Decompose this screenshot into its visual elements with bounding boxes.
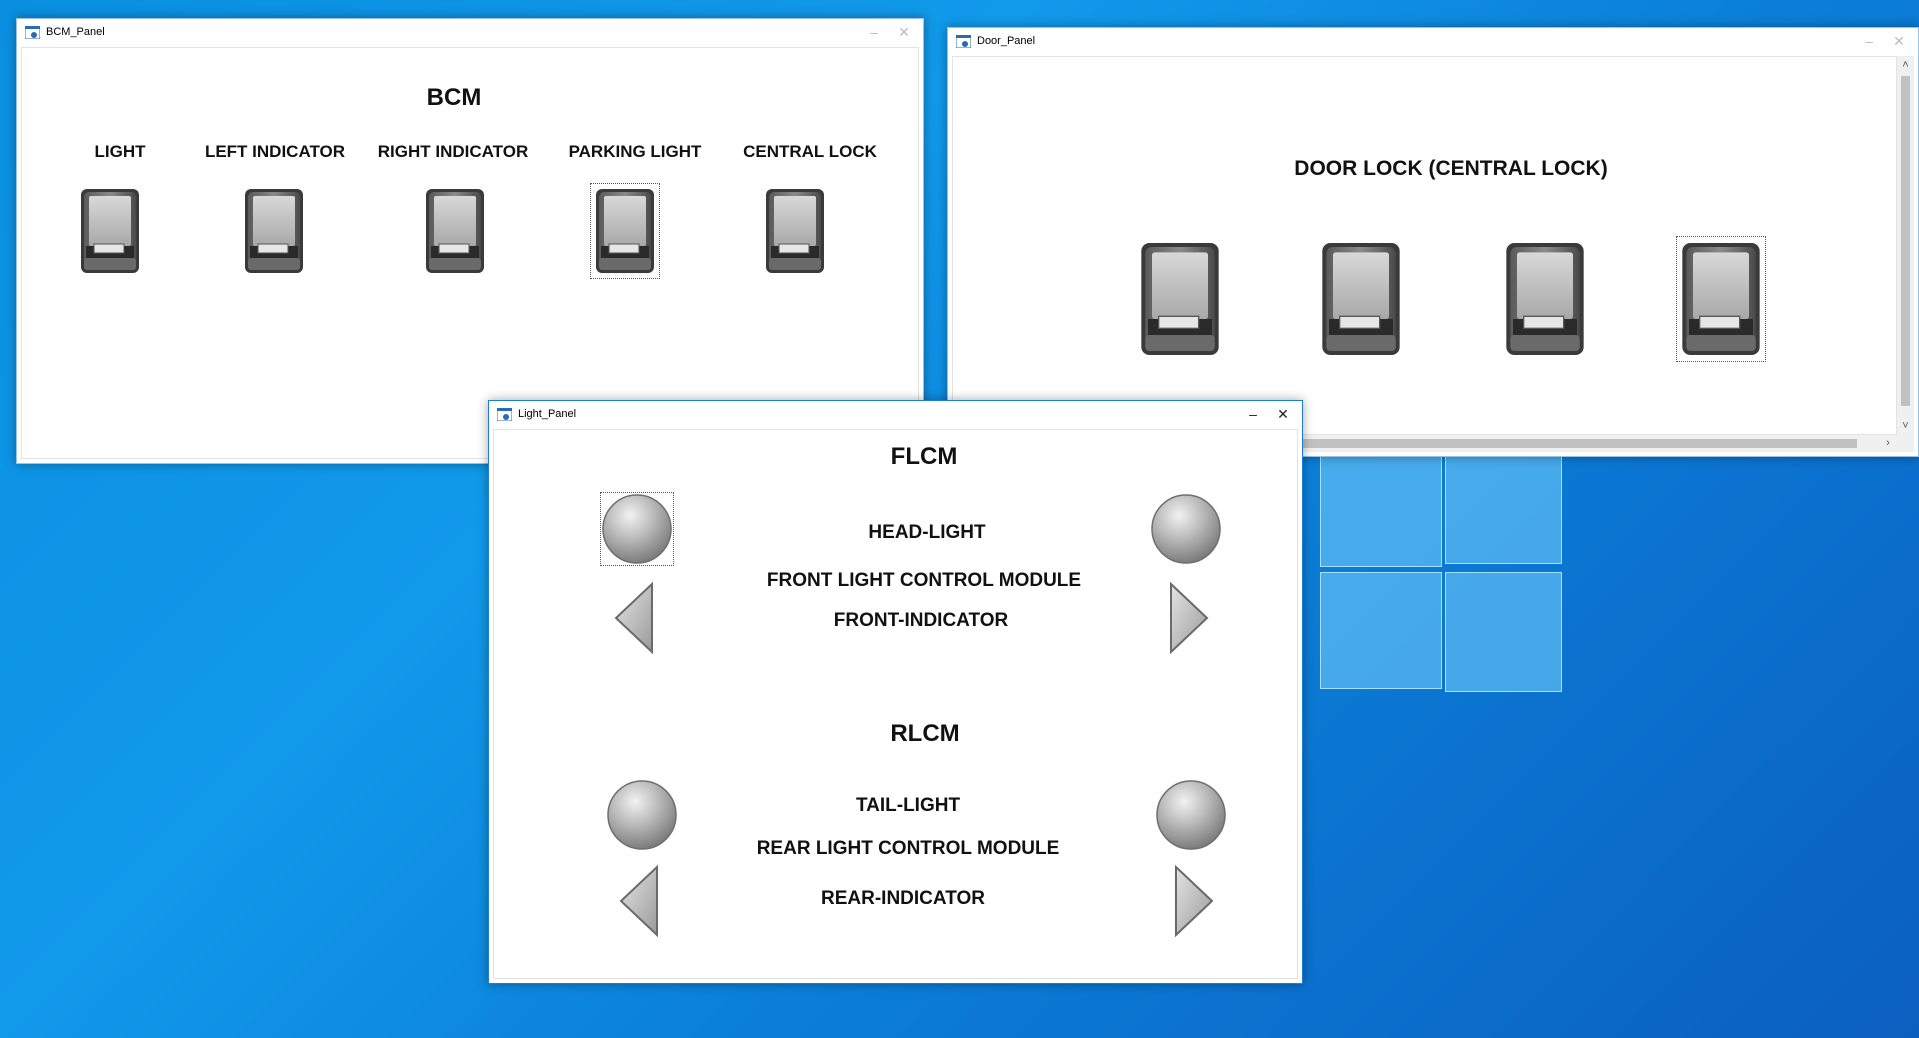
door-client-area: DOOR LOCK (CENTRAL LOCK) [952, 56, 1897, 435]
right-indicator-switch[interactable] [425, 188, 485, 274]
right-indicator-switch-label: RIGHT INDICATOR [377, 142, 529, 161]
minimize-button[interactable]: – [859, 19, 889, 45]
close-button[interactable]: ✕ [1884, 28, 1914, 54]
left-head-light-button[interactable] [600, 492, 674, 566]
flcm-heading: FLCM [890, 443, 958, 470]
right-front-indicator-button[interactable] [1169, 582, 1209, 654]
bcm-client-area: BCM LIGHT LEFT INDICATOR RIGHT INDICATOR… [21, 47, 919, 459]
close-button[interactable]: ✕ [1268, 401, 1298, 427]
head-light-label: HEAD-LIGHT [868, 522, 986, 543]
window-title: Light_Panel [518, 408, 577, 420]
central-lock-switch-label: CENTRAL LOCK [743, 142, 877, 161]
door-panel-window: Door_Panel – ✕ DOOR LOCK (CENTRAL LOCK) … [947, 27, 1919, 457]
rear-indicator-label: REAR-INDICATOR [821, 888, 985, 909]
app-icon [25, 25, 40, 39]
central-lock-switch[interactable] [765, 188, 825, 274]
left-rear-indicator-button[interactable] [619, 865, 659, 937]
minimize-button[interactable]: – [1238, 401, 1268, 427]
door-lock-switch-4[interactable] [1676, 236, 1766, 362]
light-switch[interactable] [80, 188, 140, 274]
door-lock-heading: DOOR LOCK (CENTRAL LOCK) [1294, 157, 1608, 180]
rlcm-heading: RLCM [890, 720, 960, 747]
light-client-area: FLCM HEAD-LIGHT FRONT LIGHT CONTROL MODU… [493, 429, 1298, 979]
door-titlebar[interactable]: Door_Panel – ✕ [948, 28, 1918, 54]
front-indicator-label: FRONT-INDICATOR [833, 610, 1009, 631]
left-indicator-switch[interactable] [244, 188, 304, 274]
front-light-control-module-label: FRONT LIGHT CONTROL MODULE [766, 570, 1082, 591]
door-lock-switch-1[interactable] [1140, 241, 1220, 357]
left-front-indicator-button[interactable] [614, 582, 654, 654]
scroll-right-icon[interactable]: › [1879, 435, 1897, 452]
right-rear-indicator-button[interactable] [1174, 865, 1214, 937]
close-button[interactable]: ✕ [889, 19, 919, 45]
right-head-light-button[interactable] [1151, 494, 1221, 564]
parking-light-switch[interactable] [590, 183, 660, 279]
light-titlebar[interactable]: Light_Panel – ✕ [489, 401, 1302, 427]
app-icon [956, 34, 971, 48]
light-switch-label: LIGHT [94, 142, 146, 161]
tail-light-label: TAIL-LIGHT [855, 795, 961, 816]
size-grip[interactable] [1897, 435, 1914, 452]
parking-light-switch-label: PARKING LIGHT [568, 142, 702, 161]
windows-logo [1290, 450, 1562, 750]
left-tail-light-button[interactable] [607, 780, 677, 850]
scroll-down-icon[interactable]: ˅ [1897, 417, 1914, 435]
light-panel-window: Light_Panel – ✕ FLCM HEAD-LIGHT FRONT LI… [488, 400, 1303, 984]
bcm-panel-window: BCM_Panel – ✕ BCM LIGHT LEFT INDICATOR R… [16, 18, 924, 464]
rear-light-control-module-label: REAR LIGHT CONTROL MODULE [756, 838, 1060, 859]
right-tail-light-button[interactable] [1156, 780, 1226, 850]
app-icon [497, 407, 512, 421]
window-title: BCM_Panel [46, 26, 105, 38]
bcm-titlebar[interactable]: BCM_Panel – ✕ [17, 19, 923, 45]
minimize-button[interactable]: – [1854, 28, 1884, 54]
left-indicator-switch-label: LEFT INDICATOR [204, 142, 346, 161]
bcm-heading: BCM [426, 84, 482, 111]
vertical-scroll-thumb[interactable] [1901, 76, 1910, 406]
vertical-scrollbar[interactable]: ˄ ˅ [1897, 56, 1914, 435]
scroll-up-icon[interactable]: ˄ [1897, 56, 1914, 74]
door-lock-switch-2[interactable] [1321, 241, 1401, 357]
window-title: Door_Panel [977, 35, 1036, 47]
door-lock-switch-3[interactable] [1505, 241, 1585, 357]
